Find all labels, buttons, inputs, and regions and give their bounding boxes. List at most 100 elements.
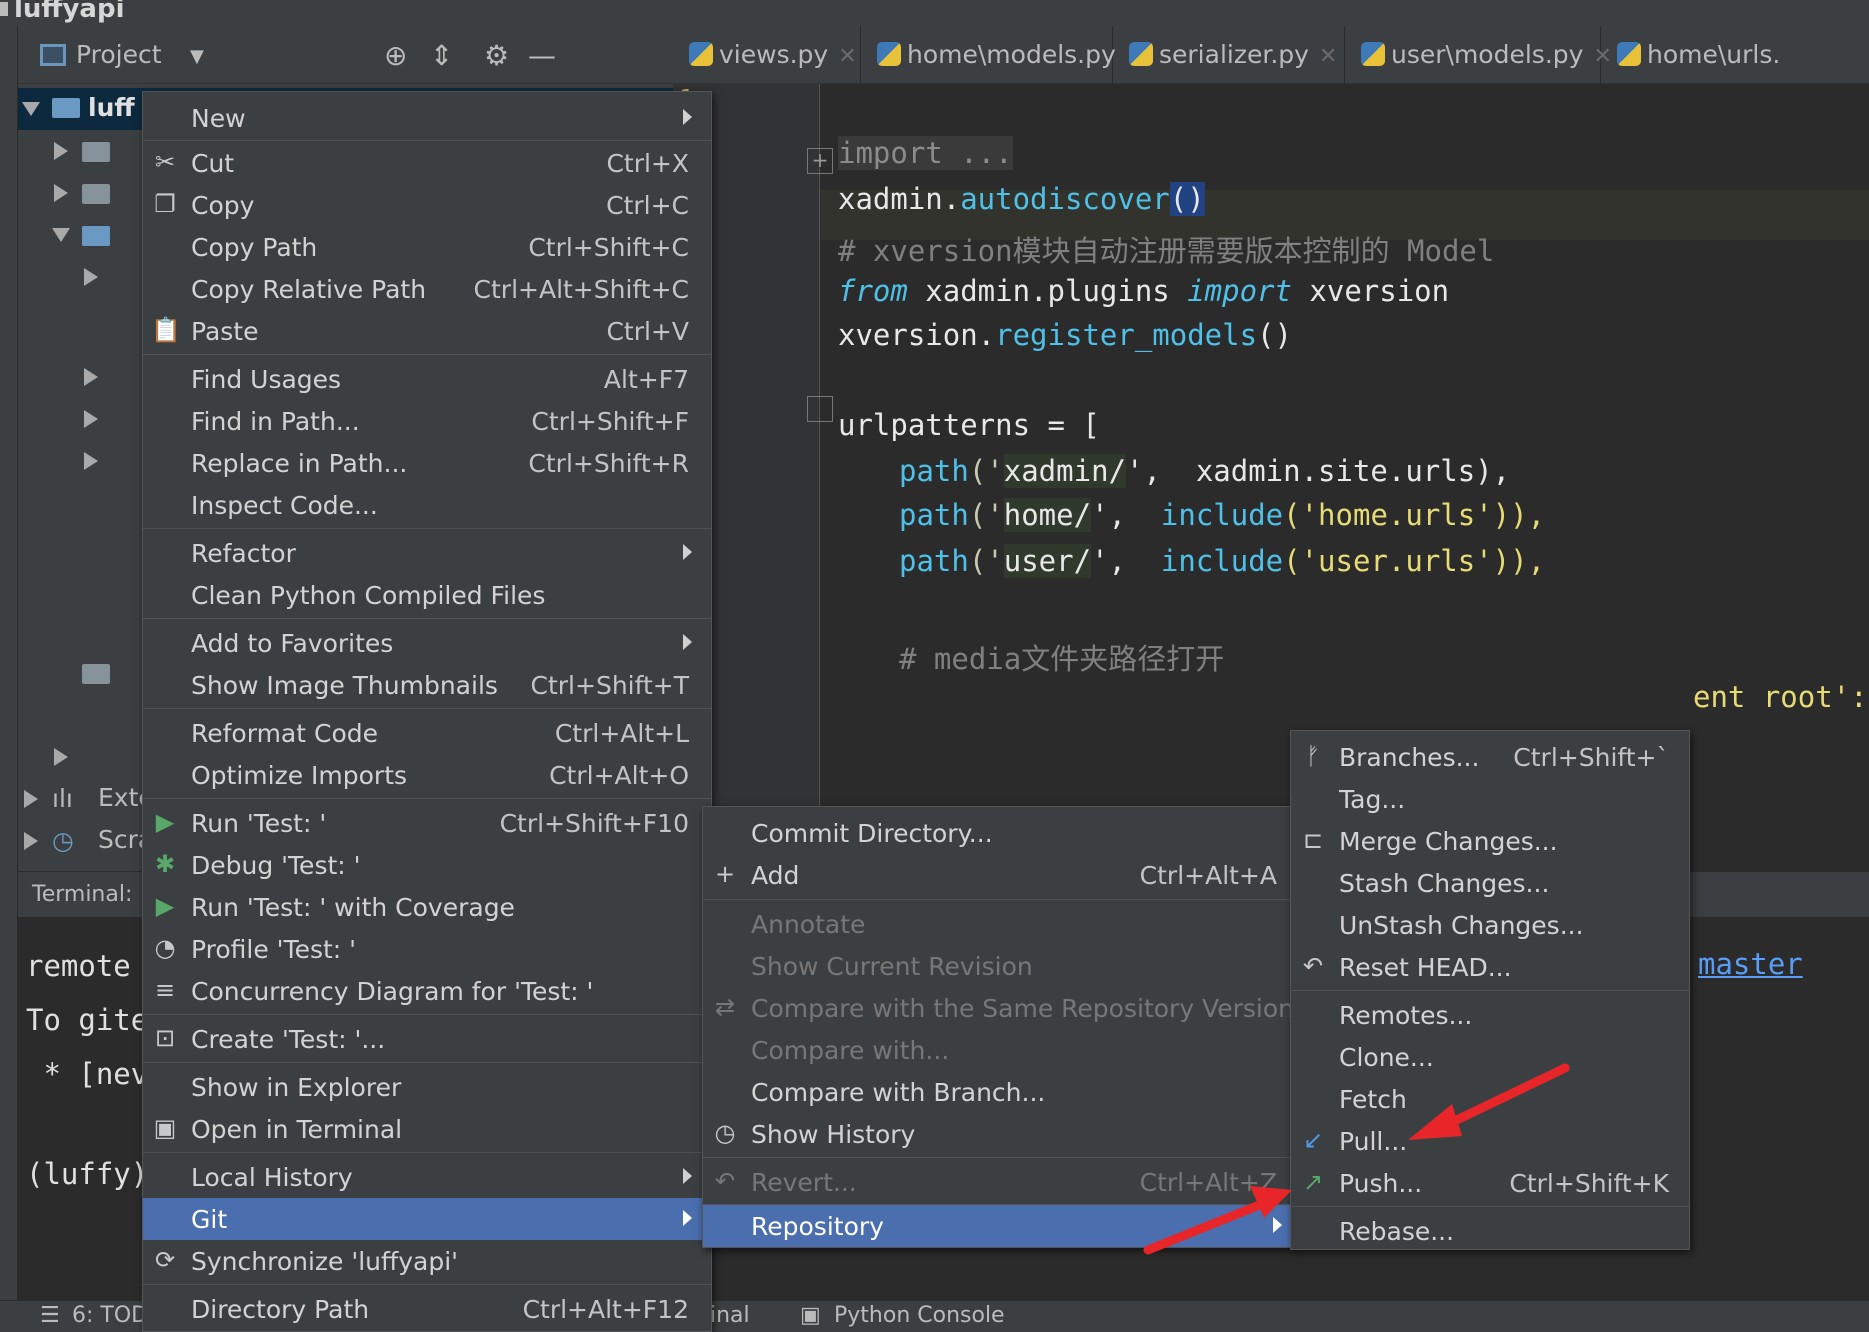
menu-label: Compare with... <box>751 1036 950 1065</box>
expand-arrow-icon[interactable] <box>84 410 98 428</box>
menu-item-tag[interactable]: Tag... <box>1291 778 1689 820</box>
menu-item-repository[interactable]: Repository <box>703 1205 1291 1247</box>
menu-shortcut: Ctrl+Alt+A <box>1139 861 1277 890</box>
expand-arrow-icon[interactable] <box>84 452 98 470</box>
expand-arrow-icon[interactable] <box>24 790 38 808</box>
menu-item-paste[interactable]: 📋 Paste Ctrl+V <box>143 310 711 352</box>
menu-item-refactor[interactable]: Refactor <box>143 532 711 574</box>
close-icon[interactable]: ✕ <box>1319 44 1337 69</box>
menu-item-copy-path[interactable]: Copy Path Ctrl+Shift+C <box>143 226 711 268</box>
menu-item-pull[interactable]: ↙ Pull... <box>1291 1120 1689 1162</box>
menu-separator <box>143 618 711 619</box>
menu-item-directory-path[interactable]: Directory Path Ctrl+Alt+F12 <box>143 1288 711 1330</box>
menu-item-replace-in-path[interactable]: Replace in Path... Ctrl+Shift+R <box>143 442 711 484</box>
hide-panel-icon[interactable]: — <box>528 39 556 72</box>
menu-item-git[interactable]: Git <box>143 1198 711 1240</box>
menu-item-merge-changes[interactable]: ⊏ Merge Changes... <box>1291 820 1689 862</box>
expand-arrow-icon[interactable] <box>54 184 68 202</box>
folder-icon <box>82 664 110 684</box>
menu-item-open-in-terminal[interactable]: ▣ Open in Terminal <box>143 1108 711 1150</box>
menu-item-synchronize[interactable]: ⟳ Synchronize 'luffyapi' <box>143 1240 711 1282</box>
menu-label: UnStash Changes... <box>1339 911 1584 940</box>
tab-serializer[interactable]: serializer.py ✕ <box>1113 26 1345 84</box>
menu-item-reformat-code[interactable]: Reformat Code Ctrl+Alt+L <box>143 712 711 754</box>
tab-label: views.py <box>719 40 829 69</box>
menu-item-debug-test[interactable]: ✱ Debug 'Test: ' <box>143 844 711 886</box>
menu-item-new[interactable]: New <box>143 97 711 139</box>
menu-item-clean-python-compiled[interactable]: Clean Python Compiled Files <box>143 574 711 616</box>
menu-shortcut: Ctrl+Shift+F10 <box>499 809 689 838</box>
chevron-down-icon[interactable]: ▼ <box>190 46 204 67</box>
menu-item-show-in-explorer[interactable]: Show in Explorer <box>143 1066 711 1108</box>
menu-item-commit-directory[interactable]: Commit Directory... <box>703 812 1291 854</box>
menu-label: Stash Changes... <box>1339 869 1550 898</box>
menu-item-run-test[interactable]: ▶ Run 'Test: ' Ctrl+Shift+F10 <box>143 802 711 844</box>
menu-item-rebase[interactable]: Rebase... <box>1291 1210 1689 1252</box>
expand-arrow-icon[interactable] <box>54 748 68 766</box>
code-line-register: xversion.register_models() <box>838 318 1292 352</box>
menu-item-cut[interactable]: ✂ Cut Ctrl+X <box>143 142 711 184</box>
expand-arrow-icon[interactable] <box>22 102 40 116</box>
tab-home-urls[interactable]: home\urls. <box>1601 26 1869 84</box>
menu-item-copy-relative-path[interactable]: Copy Relative Path Ctrl+Alt+Shift+C <box>143 268 711 310</box>
menu-item-copy[interactable]: ❐ Copy Ctrl+C <box>143 184 711 226</box>
todo-tool-button[interactable]: 6: TOD <box>72 1303 148 1328</box>
terminal-line: * [nev <box>26 1057 149 1091</box>
menu-item-clone[interactable]: Clone... <box>1291 1036 1689 1078</box>
menu-item-branches[interactable]: ᚠ Branches... Ctrl+Shift+` <box>1291 736 1689 778</box>
menu-label: Push... <box>1339 1169 1423 1198</box>
collapse-all-icon[interactable]: ⇕ <box>430 39 453 72</box>
terminal-link[interactable]: master <box>1698 947 1803 981</box>
expand-arrow-icon[interactable] <box>84 268 98 286</box>
project-view-selector[interactable]: Project <box>76 40 162 69</box>
menu-label: Repository <box>751 1212 884 1241</box>
menu-item-reset-head[interactable]: ↶ Reset HEAD... <box>1291 946 1689 988</box>
terminal-tool-button[interactable]: inal <box>710 1303 750 1328</box>
tab-home-models[interactable]: home\models.py✕ <box>861 26 1144 84</box>
menu-item-create-test[interactable]: ⊡ Create 'Test: '... <box>143 1018 711 1060</box>
python-file-icon <box>1617 42 1641 66</box>
menu-item-find-in-path[interactable]: Find in Path... Ctrl+Shift+F <box>143 400 711 442</box>
title-marker <box>0 2 8 16</box>
profile-icon: ◔ <box>154 934 176 962</box>
menu-item-push[interactable]: ↗ Push... Ctrl+Shift+K <box>1291 1162 1689 1204</box>
code-line-from: from xadmin.plugins import xversion <box>838 274 1449 308</box>
menu-item-concurrency-diagram[interactable]: ≡ Concurrency Diagram for 'Test: ' <box>143 970 711 1012</box>
close-icon[interactable]: ✕ <box>838 44 856 69</box>
menu-item-optimize-imports[interactable]: Optimize Imports Ctrl+Alt+O <box>143 754 711 796</box>
menu-item-local-history[interactable]: Local History <box>143 1156 711 1198</box>
expand-arrow-icon[interactable] <box>54 142 68 160</box>
menu-item-add-to-favorites[interactable]: Add to Favorites <box>143 622 711 664</box>
terminal-tab-label[interactable]: Terminal: <box>32 882 132 907</box>
menu-label: Copy Path <box>191 233 318 262</box>
menu-item-unstash-changes[interactable]: UnStash Changes... <box>1291 904 1689 946</box>
menu-item-inspect-code[interactable]: Inspect Code... <box>143 484 711 526</box>
code-token: path <box>899 544 969 578</box>
tab-views-py[interactable]: views.py ✕ <box>673 26 861 84</box>
python-console-tool-button[interactable]: Python Console <box>834 1303 1005 1328</box>
menu-label: Run 'Test: ' <box>191 809 327 838</box>
menu-item-remotes[interactable]: Remotes... <box>1291 994 1689 1036</box>
gear-icon[interactable]: ⚙ <box>484 39 509 72</box>
left-tool-strip <box>0 26 18 1332</box>
menu-item-fetch[interactable]: Fetch <box>1291 1078 1689 1120</box>
expand-arrow-icon[interactable] <box>52 228 70 242</box>
menu-item-show-history[interactable]: ◷ Show History <box>703 1113 1291 1155</box>
menu-item-stash-changes[interactable]: Stash Changes... <box>1291 862 1689 904</box>
menu-item-profile-test[interactable]: ◔ Profile 'Test: ' <box>143 928 711 970</box>
expand-arrow-icon[interactable] <box>24 832 38 850</box>
revert-icon: ↶ <box>714 1167 736 1195</box>
terminal-line: remote <box>26 949 131 983</box>
menu-item-add[interactable]: + Add Ctrl+Alt+A <box>703 854 1291 896</box>
menu-separator <box>143 1062 711 1063</box>
menu-item-compare-with-branch[interactable]: Compare with Branch... <box>703 1071 1291 1113</box>
expand-arrow-icon[interactable] <box>84 368 98 386</box>
fold-collapse-icon[interactable] <box>807 396 833 422</box>
code-comment: # xversion模块自动注册需要版本控制的 Model <box>838 234 1495 268</box>
tab-user-models[interactable]: user\models.py ✕ <box>1345 26 1612 84</box>
fold-expand-icon[interactable]: + <box>807 148 833 174</box>
menu-item-find-usages[interactable]: Find Usages Alt+F7 <box>143 358 711 400</box>
locate-icon[interactable]: ⊕ <box>384 39 407 72</box>
menu-item-show-image-thumbnails[interactable]: Show Image Thumbnails Ctrl+Shift+T <box>143 664 711 706</box>
menu-item-run-with-coverage[interactable]: ▶ Run 'Test: ' with Coverage <box>143 886 711 928</box>
